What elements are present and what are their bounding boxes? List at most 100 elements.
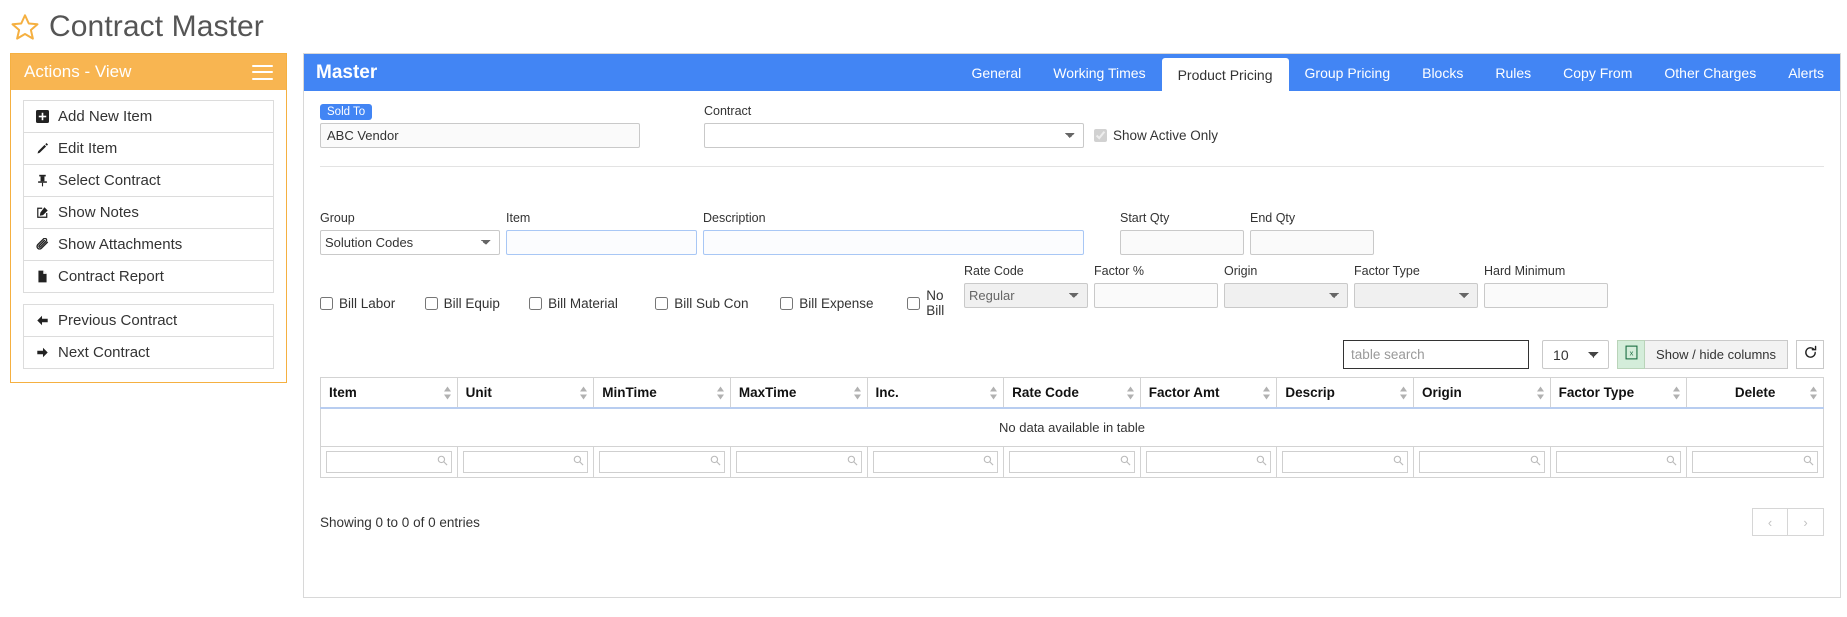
excel-export-button[interactable]: x <box>1617 340 1646 369</box>
column-search-cell <box>1413 446 1551 478</box>
show-active-only-checkbox[interactable] <box>1094 129 1107 142</box>
end-qty-input[interactable] <box>1250 230 1374 255</box>
column-search-descrip[interactable] <box>1282 451 1408 473</box>
column-search-delete[interactable] <box>1692 451 1818 473</box>
sort-arrows-icon <box>1400 386 1407 399</box>
refresh-icon <box>1803 345 1818 365</box>
column-header-factor-amt[interactable]: Factor Amt <box>1139 377 1278 409</box>
product-pricing-table: Item Unit MinTime MaxTime Inc. Rate Code… <box>320 377 1824 478</box>
rate-code-select[interactable]: Regular <box>964 283 1088 308</box>
sidebar-item-select-contract[interactable]: Select Contract <box>24 165 273 197</box>
factor-pct-label: Factor % <box>1094 264 1145 278</box>
sidebar-item-contract-report[interactable]: Contract Report <box>24 261 273 292</box>
bill-equip-checkbox[interactable] <box>424 296 438 310</box>
sidebar-item-label: Show Notes <box>58 204 139 221</box>
tab-copy-from[interactable]: Copy From <box>1547 54 1648 91</box>
item-input[interactable] <box>506 230 697 255</box>
bill-expense-checkbox[interactable] <box>780 296 794 310</box>
sidebar-item-label: Add New Item <box>58 108 153 125</box>
no-bill-group: No Bill <box>907 288 964 318</box>
start-qty-field: Start Qty <box>1120 211 1244 255</box>
tab-general[interactable]: General <box>955 54 1037 91</box>
sidebar-item-show-notes[interactable]: Show Notes <box>24 197 273 229</box>
bill-labor-checkbox[interactable] <box>320 296 333 310</box>
contract-select[interactable] <box>704 123 1084 148</box>
tab-alerts[interactable]: Alerts <box>1772 54 1840 91</box>
sort-arrows-icon <box>443 386 451 399</box>
column-search-maxtime[interactable] <box>735 451 862 473</box>
column-search-cell <box>1549 446 1688 478</box>
column-search-origin[interactable] <box>1419 451 1545 473</box>
factor-type-select[interactable] <box>1354 283 1478 308</box>
column-search-factor-type[interactable] <box>1555 451 1682 473</box>
pagination-next-button[interactable]: › <box>1788 508 1824 536</box>
bill-sub-con-checkbox[interactable] <box>655 296 669 310</box>
page-size-select[interactable]: 10 <box>1542 340 1610 369</box>
column-search-mintime[interactable] <box>599 451 725 473</box>
sidebar-item-show-attachments[interactable]: Show Attachments <box>24 229 273 261</box>
sort-arrows-icon <box>853 386 861 399</box>
factor-pct-input[interactable] <box>1094 283 1218 308</box>
master-panel: Master General Working Times Product Pri… <box>303 53 1841 598</box>
plus-square-icon <box>35 110 50 123</box>
group-select[interactable]: Solution Codes <box>320 230 500 255</box>
show-hide-columns-button[interactable]: Show / hide columns <box>1645 340 1788 369</box>
column-header-inc[interactable]: Inc. <box>866 377 1005 409</box>
column-label: Inc. <box>875 385 899 400</box>
column-header-item[interactable]: Item <box>320 377 458 409</box>
sort-arrows-icon <box>580 386 588 399</box>
column-search-inc[interactable] <box>872 451 999 473</box>
sort-arrows-icon <box>1536 386 1544 399</box>
tab-working-times[interactable]: Working Times <box>1037 54 1161 91</box>
tab-product-pricing[interactable]: Product Pricing <box>1161 58 1289 91</box>
description-field: Description <box>703 211 1084 255</box>
column-header-delete[interactable]: Delete <box>1686 377 1824 409</box>
file-icon <box>35 270 50 283</box>
tab-rules[interactable]: Rules <box>1479 54 1547 91</box>
refresh-button[interactable] <box>1796 340 1824 369</box>
column-label: Origin <box>1422 385 1462 400</box>
tab-other-charges[interactable]: Other Charges <box>1648 54 1772 91</box>
column-label: Factor Type <box>1558 385 1635 400</box>
sidebar-header: Actions - View <box>11 54 286 90</box>
pagination-previous-button[interactable]: ‹ <box>1752 508 1788 536</box>
no-bill-checkbox[interactable] <box>907 296 921 310</box>
origin-select[interactable] <box>1224 283 1348 308</box>
sold-to-input[interactable] <box>320 123 640 148</box>
no-bill-label: No Bill <box>926 288 945 318</box>
note-edit-icon <box>35 206 50 219</box>
excel-export-icon: x <box>1624 345 1639 365</box>
hard-minimum-label: Hard Minimum <box>1484 264 1566 278</box>
sidebar-group-actions: Add New Item Edit Item Select Contract S… <box>23 100 274 293</box>
column-search-unit[interactable] <box>462 451 589 473</box>
page-title: Contract Master <box>49 10 264 43</box>
column-header-rate-code[interactable]: Rate Code <box>1003 377 1141 409</box>
sidebar-item-add-new-item[interactable]: Add New Item <box>24 101 273 133</box>
column-header-unit[interactable]: Unit <box>456 377 595 409</box>
column-header-origin[interactable]: Origin <box>1413 377 1551 409</box>
group-label: Group <box>320 211 355 225</box>
bill-material-checkbox[interactable] <box>529 296 543 310</box>
column-search-rate-code[interactable] <box>1009 451 1135 473</box>
column-label: Delete <box>1734 385 1776 400</box>
start-qty-input[interactable] <box>1120 230 1244 255</box>
column-header-descrip[interactable]: Descrip <box>1276 377 1414 409</box>
sidebar-item-label: Contract Report <box>58 268 164 285</box>
sidebar-item-next-contract[interactable]: Next Contract <box>24 337 273 368</box>
sidebar-item-previous-contract[interactable]: Previous Contract <box>24 305 273 337</box>
tab-group-pricing[interactable]: Group Pricing <box>1289 54 1407 91</box>
column-header-maxtime[interactable]: MaxTime <box>729 377 868 409</box>
star-outline-icon[interactable] <box>10 12 40 42</box>
description-input[interactable] <box>703 230 1084 255</box>
column-search-cell <box>1686 446 1824 478</box>
sidebar-item-edit-item[interactable]: Edit Item <box>24 133 273 165</box>
tab-blocks[interactable]: Blocks <box>1406 54 1479 91</box>
column-header-factor-type[interactable]: Factor Type <box>1549 377 1688 409</box>
column-search-factor-amt[interactable] <box>1145 451 1272 473</box>
hamburger-icon[interactable] <box>252 64 273 80</box>
column-search-item[interactable] <box>326 451 452 473</box>
hard-minimum-input[interactable] <box>1484 283 1608 308</box>
table-search-input[interactable] <box>1343 340 1530 369</box>
sidebar-item-label: Edit Item <box>58 140 118 157</box>
column-header-mintime[interactable]: MinTime <box>593 377 731 409</box>
